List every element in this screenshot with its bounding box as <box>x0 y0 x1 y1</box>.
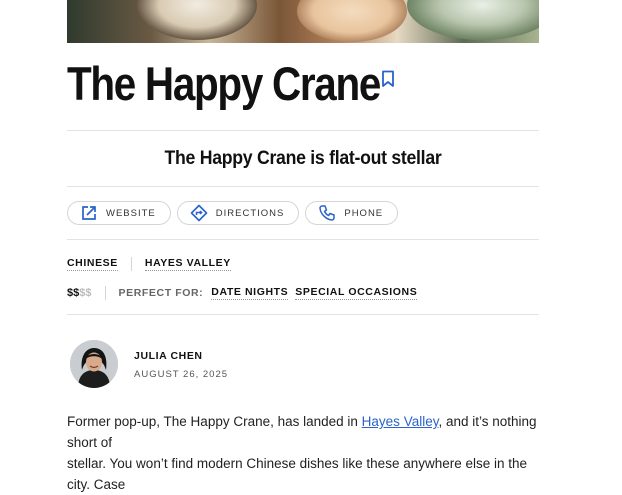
body-text-segment: Former pop-up, The Happy Crane, has land… <box>67 414 362 429</box>
separator <box>104 286 106 300</box>
review-body: Former pop-up, The Happy Crane, has land… <box>67 411 547 495</box>
tag-row: CHINESE HAYES VALLEY <box>67 256 231 272</box>
publish-date: AUGUST 26, 2025 <box>134 369 229 380</box>
hero-image <box>67 0 539 43</box>
hayes-valley-link[interactable]: Hayes Valley <box>362 414 439 429</box>
perfect-for-label: PERFECT FOR: <box>118 287 204 299</box>
author-name[interactable]: JULIA CHEN <box>134 350 203 362</box>
price-perfect-row: $$ $$ PERFECT FOR: DATE NIGHTS SPECIAL OC… <box>67 285 424 301</box>
directions-label: DIRECTIONS <box>215 207 285 219</box>
phone-button[interactable]: PHONE <box>305 201 399 225</box>
directions-button[interactable]: DIRECTIONS <box>176 201 300 225</box>
review-headline: The Happy Crane is flat-out stellar <box>164 148 442 169</box>
external-link-icon <box>82 206 96 220</box>
divider <box>67 186 539 187</box>
author-avatar[interactable] <box>70 340 118 388</box>
restaurant-title-row: The Happy Crane <box>67 55 431 111</box>
directions-icon <box>190 204 208 222</box>
divider <box>67 239 539 240</box>
website-label: WEBSITE <box>106 207 156 219</box>
action-buttons: WEBSITE DIRECTIONS PHONE <box>67 201 399 225</box>
price-level-inactive: $$ <box>79 287 92 299</box>
divider <box>67 130 539 131</box>
phone-label: PHONE <box>344 207 384 219</box>
author-photo <box>70 340 118 388</box>
phone-icon <box>319 205 336 221</box>
website-button[interactable]: WEBSITE <box>67 201 171 225</box>
restaurant-title: The Happy Crane <box>67 56 381 110</box>
separator <box>130 257 132 271</box>
neighborhood-tag[interactable]: HAYES VALLEY <box>144 257 231 271</box>
perfect-for-date-nights[interactable]: DATE NIGHTS <box>211 286 289 300</box>
perfect-for-special-occasions[interactable]: SPECIAL OCCASIONS <box>295 286 418 300</box>
divider <box>67 314 539 315</box>
price-level-active: $$ <box>67 287 80 299</box>
body-text-segment: stellar. You won’t find modern Chinese d… <box>67 456 528 492</box>
bookmark-icon[interactable] <box>381 70 395 88</box>
cuisine-tag[interactable]: CHINESE <box>67 257 118 271</box>
